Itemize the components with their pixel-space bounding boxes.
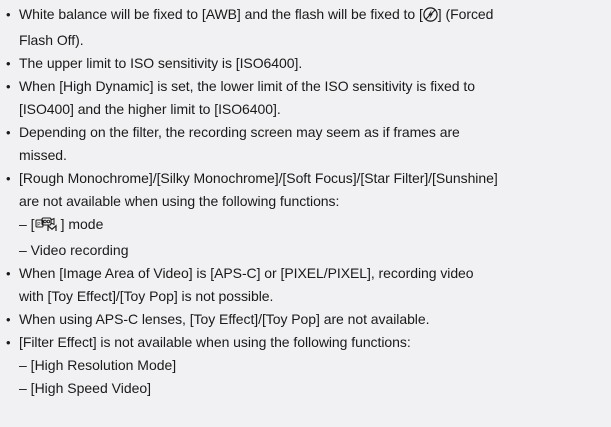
sub-text: – Video recording xyxy=(19,242,129,258)
notes-list: • White balance will be fixed to [AWB] a… xyxy=(0,0,611,427)
bullet: • xyxy=(6,171,11,186)
sub-list-item: – [P] mode xyxy=(6,213,605,239)
sub-list-item: – [High Resolution Mode] xyxy=(6,354,605,377)
list-item: • Depending on the filter, the recording… xyxy=(6,121,605,167)
list-item: • [Rough Monochrome]/[Silky Monochrome]/… xyxy=(6,167,605,213)
creative-video-mode-icon: P xyxy=(35,216,61,239)
note-text: [Rough Monochrome]/[Silky Monochrome]/[S… xyxy=(19,170,498,186)
bullet: • xyxy=(6,312,11,327)
sub-list-item: – [High Speed Video] xyxy=(6,377,605,400)
list-item: • When [Image Area of Video] is [APS-C] … xyxy=(6,262,605,308)
note-text: Depending on the filter, the recording s… xyxy=(19,124,460,140)
bullet: • xyxy=(6,125,11,140)
note-text: When using APS-C lenses, [Toy Effect]/[T… xyxy=(19,311,430,327)
note-text: When [High Dynamic] is set, the lower li… xyxy=(19,78,475,94)
list-item: • When using APS-C lenses, [Toy Effect]/… xyxy=(6,308,605,331)
note-text: with [Toy Effect]/[Toy Pop] is not possi… xyxy=(19,288,274,304)
sub-text: – [ xyxy=(19,216,35,232)
flash-off-icon xyxy=(423,6,438,29)
note-text: When [Image Area of Video] is [APS-C] or… xyxy=(19,265,474,281)
note-text: Flash Off). xyxy=(19,32,84,48)
bullet: • xyxy=(6,7,11,22)
list-item: • [Filter Effect] is not available when … xyxy=(6,331,605,354)
note-text: are not available when using the followi… xyxy=(19,193,340,209)
bullet: • xyxy=(6,335,11,350)
note-text: The upper limit to ISO sensitivity is [I… xyxy=(19,55,303,71)
bullet: • xyxy=(6,266,11,281)
sub-text: – [High Resolution Mode] xyxy=(19,357,177,373)
list-item: • When [High Dynamic] is set, the lower … xyxy=(6,75,605,121)
list-item: • White balance will be fixed to [AWB] a… xyxy=(6,3,605,52)
note-text: ] (Forced xyxy=(437,6,494,22)
sub-text: – [High Speed Video] xyxy=(19,380,152,396)
sub-text: ] mode xyxy=(60,216,104,232)
note-text: White balance will be fixed to [AWB] and… xyxy=(19,6,423,22)
sub-list-item: – Video recording xyxy=(6,239,605,262)
note-text: [Filter Effect] is not available when us… xyxy=(19,334,411,350)
list-item: • The upper limit to ISO sensitivity is … xyxy=(6,52,605,75)
bullet: • xyxy=(6,56,11,71)
note-text: missed. xyxy=(19,147,67,163)
bullet: • xyxy=(6,79,11,94)
note-text: [ISO400] and the higher limit to [ISO640… xyxy=(19,101,281,117)
